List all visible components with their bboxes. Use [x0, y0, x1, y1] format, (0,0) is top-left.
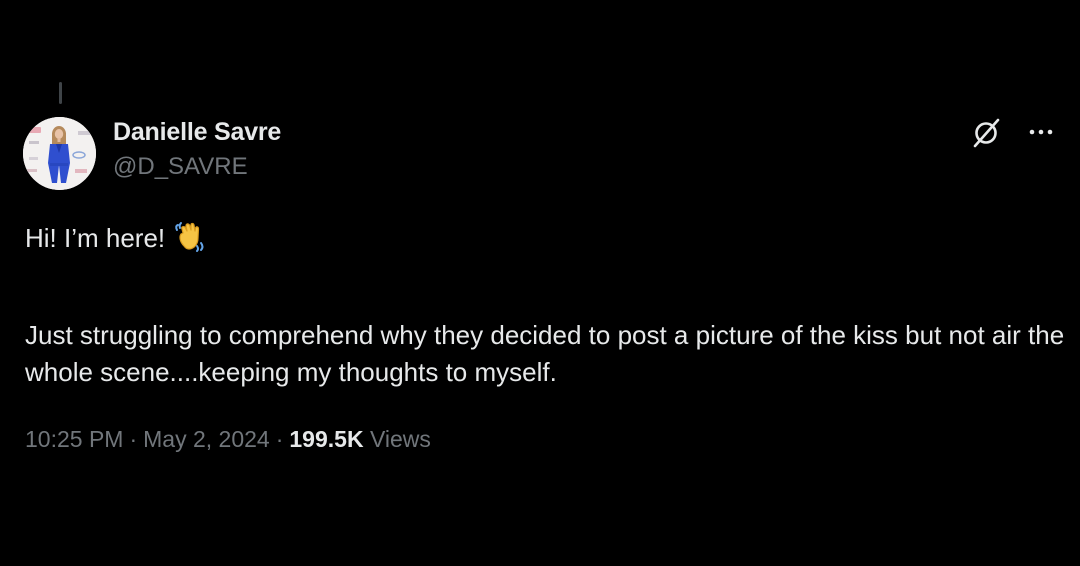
views-label[interactable]: Views — [370, 426, 431, 452]
tweet-text-line: Hi! I’m here! — [25, 219, 1065, 263]
views-count[interactable]: 199.5K — [289, 426, 363, 452]
tweet-meta: 10:25 PM · May 2, 2024 · 199.5K Views — [25, 424, 431, 454]
tweet-text: Hi! I’m here! Just struggling to compreh… — [25, 219, 1065, 391]
waving-hand-icon — [173, 219, 207, 263]
tweet-time[interactable]: 10:25 PM — [25, 426, 123, 452]
meta-separator: · — [129, 426, 138, 452]
avatar-photo — [23, 117, 96, 190]
tweet-greeting: Hi! I’m here! — [25, 223, 166, 253]
meta-separator: · — [275, 426, 284, 452]
author-block[interactable]: Danielle Savre @D_SAVRE — [113, 116, 281, 183]
tweet-body: Just struggling to comprehend why they d… — [25, 320, 1065, 387]
author-handle[interactable]: @D_SAVRE — [113, 151, 281, 183]
tweet-detail: Danielle Savre @D_SAVRE Hi! I’m here! Ju… — [0, 0, 1080, 566]
thread-connector-line — [59, 82, 62, 104]
grok-icon[interactable] — [972, 117, 1002, 149]
tweet-date[interactable]: May 2, 2024 — [143, 426, 270, 452]
more-options-icon[interactable] — [1026, 118, 1056, 146]
avatar[interactable] — [23, 117, 96, 190]
author-display-name[interactable]: Danielle Savre — [113, 116, 281, 148]
